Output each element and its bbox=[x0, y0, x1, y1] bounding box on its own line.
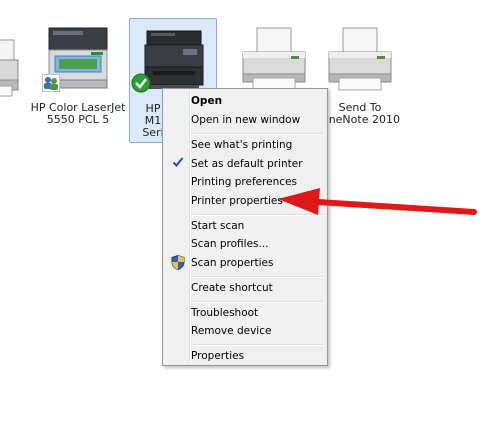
device-send-to-onenote[interactable]: Send To OneNote 2010 bbox=[316, 18, 404, 143]
menu-item-label: Set as default printer bbox=[191, 158, 303, 170]
checkmark-icon bbox=[169, 156, 186, 173]
menu-item-scan-profiles[interactable]: Scan profiles... bbox=[165, 235, 325, 254]
printer-icon bbox=[242, 27, 306, 91]
menu-item-label: Open in new window bbox=[191, 114, 301, 126]
menu-item-label: See what's printing bbox=[191, 139, 293, 151]
menu-item-properties[interactable]: Properties bbox=[165, 347, 325, 366]
menu-item-open[interactable]: Open bbox=[165, 92, 325, 111]
menu-separator bbox=[193, 133, 323, 135]
menu-item-label: Troubleshoot bbox=[191, 307, 259, 319]
red-arrow-icon bbox=[278, 188, 477, 215]
devices-and-printers-view: HP Color LaserJet 5550 PCL 5 HP M1 Seri bbox=[0, 0, 495, 421]
menu-item-label: Remove device bbox=[191, 325, 272, 337]
menu-item-label: Scan profiles... bbox=[191, 238, 269, 250]
menu-item-set-as-default-printer[interactable]: Set as default printer bbox=[165, 155, 325, 174]
menu-separator bbox=[193, 276, 323, 278]
menu-item-label: Open bbox=[191, 95, 223, 107]
menu-item-label: Start scan bbox=[191, 220, 245, 232]
menu-item-create-shortcut[interactable]: Create shortcut bbox=[165, 279, 325, 298]
menu-item-label: Scan properties bbox=[191, 257, 274, 269]
menu-item-label: Printer properties bbox=[191, 195, 283, 207]
menu-item-see-whats-printing[interactable]: See what's printing bbox=[165, 136, 325, 155]
default-check-icon bbox=[131, 73, 151, 93]
uac-shield-icon bbox=[169, 254, 186, 272]
menu-item-troubleshoot[interactable]: Troubleshoot bbox=[165, 304, 325, 323]
menu-separator bbox=[193, 344, 323, 346]
menu-item-label: Printing preferences bbox=[191, 176, 297, 188]
device-hp-color-laserjet[interactable]: HP Color LaserJet 5550 PCL 5 bbox=[31, 18, 125, 143]
shared-users-icon bbox=[42, 74, 60, 92]
menu-item-scan-properties[interactable]: Scan properties bbox=[165, 254, 325, 273]
menu-item-open-in-new-window[interactable]: Open in new window bbox=[165, 111, 325, 130]
menu-item-label: Properties bbox=[191, 350, 245, 362]
menu-separator bbox=[193, 301, 323, 303]
partial-printer-icon[interactable] bbox=[0, 36, 20, 100]
menu-item-remove-device[interactable]: Remove device bbox=[165, 322, 325, 341]
device-label: HP Color LaserJet 5550 PCL 5 bbox=[30, 101, 126, 126]
printer-icon bbox=[328, 27, 392, 91]
menu-item-label: Create shortcut bbox=[191, 282, 273, 294]
